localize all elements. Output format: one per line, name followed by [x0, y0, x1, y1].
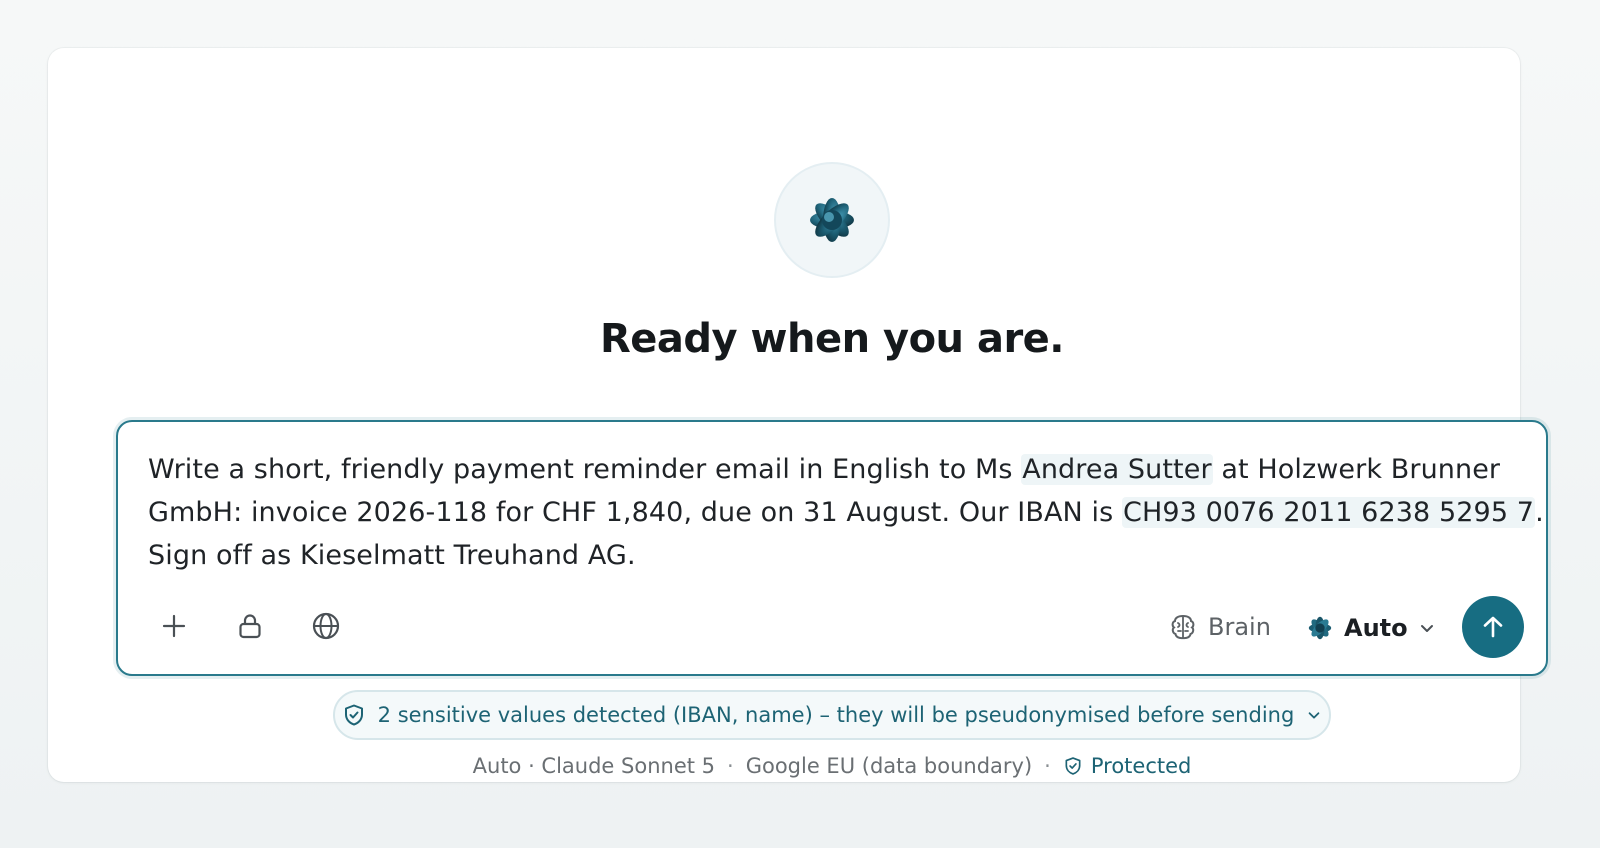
main-card: Ready when you are. Write a short, frien…: [48, 48, 1548, 782]
model-label: Auto: [1344, 614, 1408, 642]
composer-tools: [154, 606, 346, 646]
chevron-down-icon: [1420, 625, 1433, 632]
separator: ·: [1044, 754, 1051, 778]
protected-label: Protected: [1090, 754, 1192, 778]
brain-label: Brain: [1208, 613, 1271, 641]
chevron-down-icon: [1308, 712, 1320, 719]
globe-icon: [312, 612, 340, 640]
orb-model-icon: [1308, 616, 1332, 640]
highlighted-name: Andrea Sutter: [1021, 454, 1213, 485]
status-footer: Auto · Claude Sonnet 5 · Google EU (data…: [48, 754, 1600, 778]
shield-check-icon: [1065, 757, 1081, 775]
protected-status: Protected: [1063, 754, 1192, 778]
arrow-up-icon: [1483, 616, 1503, 638]
footer-region: Google EU (data boundary): [745, 754, 1033, 778]
prompt-composer[interactable]: Write a short, friendly payment reminder…: [116, 420, 1548, 676]
prompt-line-3: Sign off as Kieselmatt Treuhand AG.: [148, 540, 636, 571]
page-title: Ready when you are.: [599, 316, 1065, 362]
orb-logo-icon: [810, 198, 854, 242]
prompt-line-2: GmbH: invoice 2026-118 for CHF 1,840, du…: [148, 491, 1544, 534]
private-mode-button[interactable]: [230, 606, 270, 646]
lock-icon: [239, 614, 261, 639]
send-button[interactable]: [1462, 596, 1524, 658]
prompt-text: GmbH: invoice 2026-118 for CHF 1,840, du…: [148, 497, 1122, 528]
separator: ·: [727, 754, 734, 778]
web-search-button[interactable]: [306, 606, 346, 646]
highlighted-iban: CH93 0076 2011 6238 5295 7: [1122, 497, 1536, 528]
sensitive-data-notice[interactable]: 2 sensitive values detected (IBAN, name)…: [333, 690, 1331, 740]
prompt-line-1: Write a short, friendly payment reminder…: [148, 448, 1528, 491]
plus-icon: [162, 614, 186, 638]
brain-icon: [1171, 614, 1195, 640]
prompt-text: Write a short, friendly payment reminder…: [148, 454, 1022, 485]
shield-check-icon: [344, 704, 363, 726]
model-selector[interactable]: Auto: [1306, 614, 1436, 642]
prompt-input[interactable]: Write a short, friendly payment reminder…: [148, 448, 1544, 577]
attach-button[interactable]: [154, 606, 194, 646]
footer-model: Auto · Claude Sonnet 5: [472, 754, 716, 778]
app-logo: [774, 162, 890, 278]
notice-text: 2 sensitive values detected (IBAN, name)…: [377, 703, 1295, 727]
prompt-text: at Holzwerk Brunner: [1212, 454, 1501, 485]
brain-toggle[interactable]: Brain: [1168, 612, 1271, 642]
prompt-text: .: [1535, 497, 1544, 528]
